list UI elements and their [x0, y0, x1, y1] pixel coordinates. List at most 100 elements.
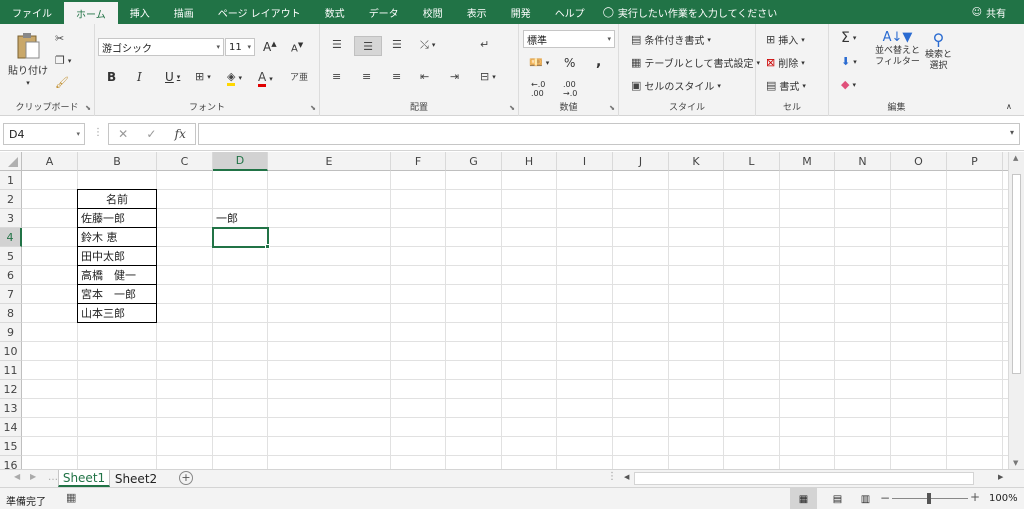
format-as-table-button[interactable]: ▦ テーブルとして書式設定 ▾ [631, 55, 760, 70]
column-header-o[interactable]: O [891, 152, 947, 171]
tab-formulas[interactable]: 数式 [313, 0, 357, 24]
row-header-13[interactable]: 13 [0, 399, 22, 418]
copy-button[interactable]: ❐ ▾ [55, 54, 71, 67]
tab-splitter-icon[interactable]: ⋮ [607, 471, 617, 482]
tab-review[interactable]: 校閲 [411, 0, 455, 24]
number-format-select[interactable]: 標準 ▾ [523, 30, 615, 48]
column-header-m[interactable]: M [780, 152, 835, 171]
row-header-9[interactable]: 9 [0, 323, 22, 342]
format-painter-button[interactable]: 🖌 [55, 76, 69, 89]
row-header-10[interactable]: 10 [0, 342, 22, 361]
name-box[interactable]: D4 ▾ [3, 123, 85, 145]
row-header-7[interactable]: 7 [0, 285, 22, 304]
format-cells-button[interactable]: ▤ 書式 ▾ [766, 78, 806, 93]
insert-cells-button[interactable]: ⊞ 挿入 ▾ [766, 32, 805, 47]
decrease-indent-button[interactable]: ⇤ [420, 70, 429, 83]
worksheet-grid[interactable]: A B C D E F G H I J K L M N O P 1 2 3 4 … [0, 152, 1008, 469]
resize-handle-icon[interactable]: ⋮ [93, 127, 103, 138]
row-header-2[interactable]: 2 [0, 190, 22, 209]
horizontal-scroll-thumb[interactable] [634, 472, 974, 485]
tab-page-layout[interactable]: ページ レイアウト [206, 0, 313, 24]
increase-font-button[interactable]: A▲ [263, 40, 277, 54]
column-header-d[interactable]: D [213, 152, 268, 171]
column-header-b[interactable]: B [78, 152, 157, 171]
row-header-12[interactable]: 12 [0, 380, 22, 399]
column-header-a[interactable]: A [22, 152, 78, 171]
next-sheet-icon[interactable]: ▶ [30, 472, 36, 481]
zoom-level[interactable]: 100% [989, 493, 1018, 504]
delete-cells-button[interactable]: ⊠ 削除 ▾ [766, 55, 805, 70]
scroll-left-icon[interactable]: ◀ [624, 473, 629, 481]
scroll-down-icon[interactable]: ▼ [1013, 459, 1018, 467]
column-header-c[interactable]: C [157, 152, 213, 171]
italic-button[interactable]: I [137, 70, 142, 84]
tab-insert[interactable]: 挿入 [118, 0, 162, 24]
row-header-8[interactable]: 8 [0, 304, 22, 323]
column-header-h[interactable]: H [502, 152, 557, 171]
more-sheets-icon[interactable]: … [48, 472, 58, 483]
zoom-slider-thumb[interactable] [927, 493, 931, 504]
align-middle-button[interactable]: ☰ [354, 36, 382, 56]
align-right-button[interactable]: ≡ [392, 70, 401, 83]
paste-button[interactable]: 貼り付け ▾ [8, 32, 48, 87]
merge-center-button[interactable]: ⊟ ▾ [480, 70, 496, 83]
dialog-launcher-icon[interactable]: ⬊ [509, 104, 515, 112]
wrap-text-button[interactable]: ↵ [480, 38, 489, 51]
phonetic-button[interactable]: ア亜 [290, 70, 308, 83]
cut-button[interactable]: ✂ [55, 32, 64, 45]
bold-button[interactable]: B [107, 70, 116, 84]
column-header-j[interactable]: J [613, 152, 669, 171]
cell-b5[interactable]: 田中太郎 [78, 247, 156, 265]
tab-home[interactable]: ホーム [64, 2, 118, 24]
row-header-5[interactable]: 5 [0, 247, 22, 266]
zoom-in-button[interactable]: + [970, 490, 980, 504]
chevron-down-icon[interactable]: ▾ [1010, 128, 1014, 137]
row-header-6[interactable]: 6 [0, 266, 22, 285]
cell-b6[interactable]: 高橋 健一 [78, 266, 156, 284]
prev-sheet-icon[interactable]: ◀ [14, 472, 20, 481]
tab-data[interactable]: データ [357, 0, 411, 24]
cell-d3[interactable]: 一郎 [213, 209, 267, 227]
clear-button[interactable]: ◆ ▾ [841, 78, 856, 91]
sort-filter-button[interactable]: A↓▼ 並べ替えと フィルター [875, 30, 920, 68]
percent-button[interactable]: % [564, 56, 575, 70]
tab-developer[interactable]: 開発 [499, 0, 543, 24]
tell-me-box[interactable]: ◯ 実行したい作業を入力してください [603, 0, 778, 24]
select-all-button[interactable] [0, 152, 22, 171]
decrease-font-button[interactable]: A▼ [291, 41, 303, 54]
active-cell-d4[interactable] [212, 227, 269, 248]
column-header-p[interactable]: P [947, 152, 1003, 171]
cell-b7[interactable]: 宮本 一郎 [78, 285, 156, 303]
cancel-icon[interactable]: ✕ [118, 127, 128, 141]
column-header-l[interactable]: L [724, 152, 780, 171]
page-layout-view-button[interactable]: ▤ [824, 488, 851, 509]
sheet-tab-sheet2[interactable]: Sheet2 [112, 470, 160, 487]
scroll-up-icon[interactable]: ▲ [1013, 154, 1018, 162]
dialog-launcher-icon[interactable]: ⬊ [609, 104, 615, 112]
fill-handle[interactable] [265, 244, 270, 249]
align-center-button[interactable]: ≡ [362, 70, 371, 83]
column-header-e[interactable]: E [268, 152, 391, 171]
font-color-button[interactable]: A ▾ [258, 70, 273, 87]
column-header-n[interactable]: N [835, 152, 891, 171]
increase-decimal-button[interactable]: ←.0.00 [531, 80, 545, 98]
enter-icon[interactable]: ✓ [146, 127, 156, 141]
row-header-14[interactable]: 14 [0, 418, 22, 437]
font-name-select[interactable]: 游ゴシック ▾ [98, 38, 224, 56]
tab-view[interactable]: 表示 [455, 0, 499, 24]
macro-record-icon[interactable]: ▦ [66, 491, 76, 504]
autosum-button[interactable]: Σ ▾ [841, 30, 856, 46]
row-header-4[interactable]: 4 [0, 228, 22, 247]
scroll-right-icon[interactable]: ▶ [998, 473, 1003, 481]
borders-button[interactable]: ⊞ ▾ [195, 70, 211, 83]
column-header-g[interactable]: G [446, 152, 502, 171]
underline-button[interactable]: U ▾ [165, 70, 180, 84]
fill-color-button[interactable]: ◈ ▾ [227, 70, 242, 86]
currency-button[interactable]: 💴 ▾ [529, 56, 549, 69]
align-left-button[interactable]: ≡ [332, 70, 341, 83]
formula-input[interactable]: ▾ [198, 123, 1020, 145]
column-header-k[interactable]: K [669, 152, 724, 171]
column-header-f[interactable]: F [391, 152, 446, 171]
tab-help[interactable]: ヘルプ [543, 0, 597, 24]
row-header-3[interactable]: 3 [0, 209, 22, 228]
